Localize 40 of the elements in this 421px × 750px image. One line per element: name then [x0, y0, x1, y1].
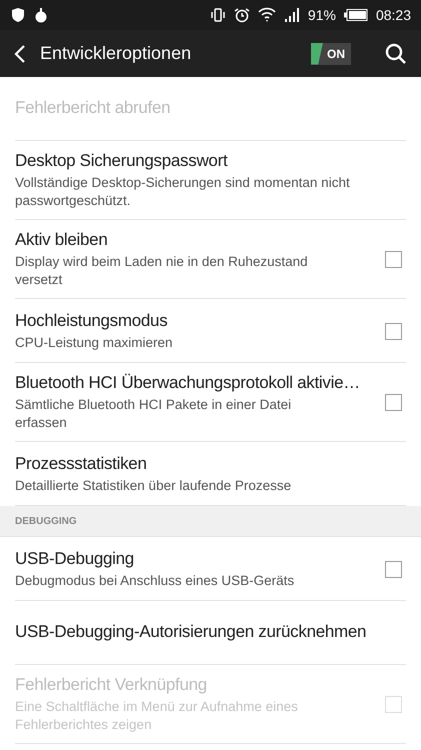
settings-item[interactable]: USB-Debugging-Autorisierungen zurücknehmen: [15, 601, 406, 665]
signal-icon: [284, 8, 300, 22]
settings-item[interactable]: USB-Debugging Debugmodus bei Anschluss eines USB-Geräts: [15, 537, 406, 601]
master-toggle[interactable]: ON: [311, 42, 351, 64]
checkbox[interactable]: [385, 251, 402, 268]
item-summary: Debugmodus bei Anschluss eines USB-Geräts: [15, 572, 296, 590]
vibrate-icon: [210, 7, 226, 23]
item-summary: Sämtliche Bluetooth HCI Pakete in einer Datei erfassen: [15, 396, 292, 432]
item-summary: Detaillierte Statistiken über laufende Prozesse: [15, 476, 292, 494]
battery-icon: [344, 9, 368, 21]
item-title: USB-Debugging-Autorisierungen zurücknehmen: [15, 622, 368, 642]
section-header: DEBUGGING: [15, 516, 77, 526]
battery-percent: 91%: [308, 7, 336, 23]
search-icon[interactable]: [385, 42, 407, 64]
shield-icon: [10, 7, 26, 23]
alarm-icon: [234, 7, 250, 23]
wifi-icon: [258, 7, 276, 23]
item-title: Desktop Sicherungspasswort: [15, 151, 229, 171]
back-icon[interactable]: [14, 44, 26, 62]
checkbox[interactable]: [385, 560, 402, 578]
bomb-icon: [34, 7, 48, 23]
settings-item[interactable]: Bluetooth HCI Überwachungsprotokoll aktivie… Sämtliche Bluetooth HCI Pakete in einer Datei erfassen: [15, 363, 406, 442]
item-title: Bluetooth HCI Überwachungsprotokoll aktivie…: [15, 373, 361, 393]
item-summary: Display wird beim Laden nie in den Ruhezustand versetzt: [15, 253, 309, 289]
checkbox[interactable]: [385, 394, 402, 411]
item-summary: Eine Schaltfläche im Menü zur Aufnahme eines Fehlerberichtes zeigen: [15, 698, 299, 734]
item-summary: CPU-Leistung maximieren: [15, 334, 174, 352]
item-title: Hochleistungsmodus: [15, 310, 168, 330]
checkbox[interactable]: [385, 322, 402, 340]
item-title: USB-Debugging: [15, 548, 135, 568]
settings-item[interactable]: Aktiv bleiben Display wird beim Laden nie in den Ruhezustand versetzt: [15, 220, 406, 299]
clock: 08:23: [376, 7, 411, 23]
screen-title: Entwickleroptionen: [40, 43, 192, 64]
settings-item[interactable]: Hochleistungsmodus CPU-Leistung maximieren: [15, 299, 406, 363]
item-title: Fehlerbericht Verknüpfung: [15, 675, 208, 695]
item-summary: Vollständige Desktop-Sicherungen sind momentan nicht passwortgeschützt.: [15, 174, 351, 210]
item-title: Prozessstatistiken: [15, 454, 148, 474]
item-title: Fehlerbericht abrufen: [15, 98, 172, 118]
settings-item[interactable]: Desktop Sicherungspasswort Vollständige Desktop-Sicherungen sind momentan nicht passwortgeschützt.: [15, 141, 406, 220]
item-title: Aktiv bleiben: [15, 230, 108, 250]
